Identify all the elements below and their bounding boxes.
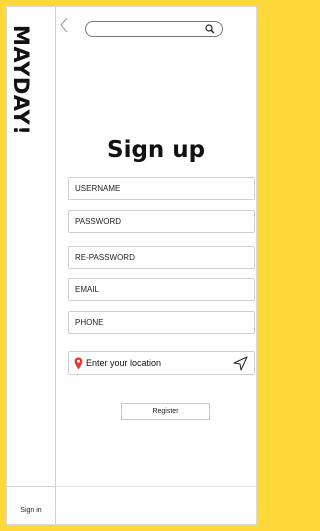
location-input[interactable] xyxy=(86,352,226,374)
password-field[interactable] xyxy=(69,211,245,232)
username-field-container xyxy=(68,177,255,200)
top-bar xyxy=(56,7,256,55)
back-button[interactable] xyxy=(60,17,69,37)
phone-field-container xyxy=(68,311,255,334)
username-field[interactable] xyxy=(69,178,245,199)
chevron-left-icon xyxy=(60,17,68,33)
map-pin-icon xyxy=(74,357,83,370)
app-logo: MAYDAY! xyxy=(9,25,33,136)
register-button[interactable]: Register xyxy=(121,403,210,420)
send-location-icon[interactable] xyxy=(233,356,248,371)
repassword-field-container xyxy=(68,246,255,269)
location-field-container xyxy=(68,351,255,375)
sidebar-divider xyxy=(7,486,55,487)
repassword-field[interactable] xyxy=(69,247,245,268)
search-input[interactable] xyxy=(94,26,204,39)
sign-in-link[interactable]: Sign in xyxy=(7,507,55,514)
sidebar: MAYDAY! Sign in xyxy=(7,7,56,524)
page-title: Sign up xyxy=(107,137,206,163)
password-field-container xyxy=(68,210,255,233)
app-frame: MAYDAY! Sign in Sign up USERNAME EMAIL P… xyxy=(6,6,257,525)
search-bar[interactable] xyxy=(85,21,223,39)
search-icon[interactable] xyxy=(205,24,215,34)
email-field[interactable] xyxy=(69,279,245,300)
email-field-container xyxy=(68,278,255,301)
phone-field[interactable] xyxy=(69,312,245,333)
footer-divider xyxy=(56,486,256,487)
